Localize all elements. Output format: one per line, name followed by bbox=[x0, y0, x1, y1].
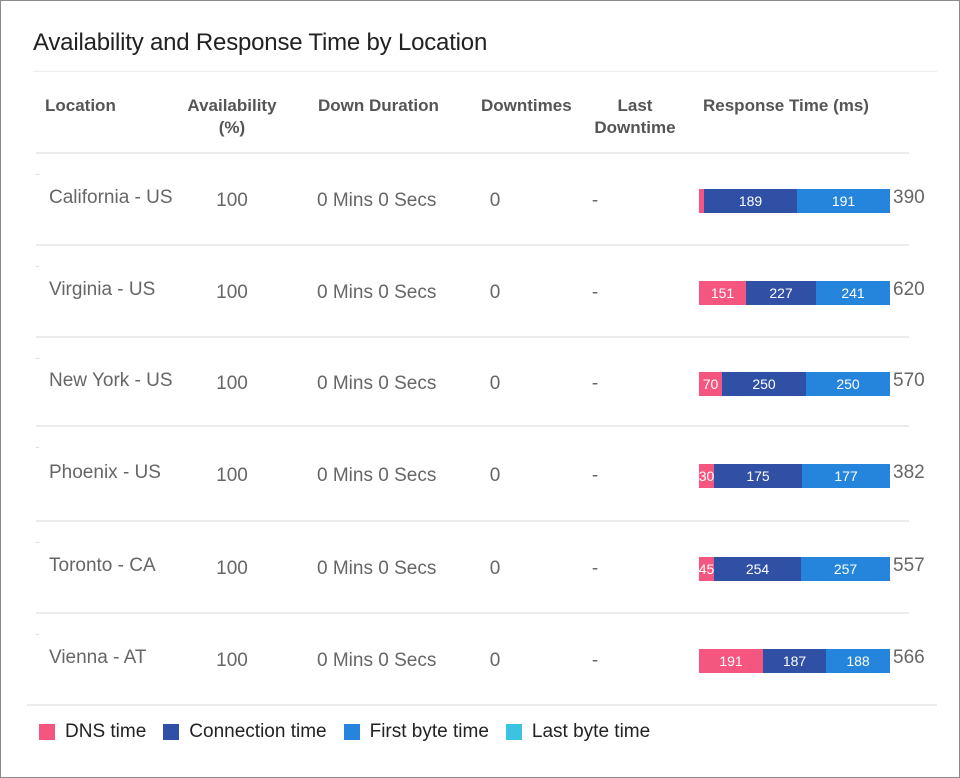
cell-location: Phoenix - US bbox=[49, 461, 161, 483]
cell-down-duration: 0 Mins 0 Secs bbox=[317, 558, 437, 579]
cell-availability: 100 bbox=[216, 650, 248, 671]
cell-downtimes: 0 bbox=[489, 558, 501, 579]
response-time-bar: 151 227 241 bbox=[699, 281, 890, 305]
cell-last-downtime: - bbox=[591, 282, 599, 303]
header-response-time: Response Time (ms) bbox=[703, 96, 869, 115]
legend-swatch bbox=[163, 724, 180, 740]
cell-down-duration: 0 Mins 0 Secs bbox=[317, 464, 437, 486]
cell-downtimes: 0 bbox=[489, 282, 501, 303]
cell-last-downtime: - bbox=[591, 558, 599, 579]
bar-segment-first-byte[interactable]: 177 bbox=[802, 463, 890, 488]
legend-swatch bbox=[505, 724, 522, 740]
cell-downtimes: 0 bbox=[489, 464, 501, 486]
cell-location: Vienna - AT bbox=[49, 647, 147, 668]
bar-segment-dns[interactable]: 30 bbox=[699, 463, 714, 488]
response-time-total: 390 bbox=[893, 187, 925, 208]
legend-label: DNS time bbox=[65, 721, 147, 742]
cell-location: Toronto - CA bbox=[49, 555, 156, 576]
legend-label: First byte time bbox=[369, 721, 489, 742]
header-last-downtime-line2: Downtime bbox=[594, 118, 676, 137]
bar-segment-dns[interactable]: 70 bbox=[699, 371, 722, 396]
cell-last-downtime: - bbox=[591, 372, 599, 394]
header-last-downtime: Last Downtime bbox=[585, 95, 685, 139]
cell-location: New York - US bbox=[49, 369, 173, 391]
bar-segment-first-byte[interactable]: 257 bbox=[801, 557, 890, 581]
legend-swatch bbox=[39, 724, 55, 740]
response-time-bar: 70 250 250 bbox=[699, 371, 890, 396]
bar-segment-connection[interactable]: 187 bbox=[763, 649, 826, 673]
panel-title: Availability and Response Time by Locati… bbox=[33, 29, 488, 56]
row-marker bbox=[36, 266, 39, 267]
response-time-total: 557 bbox=[893, 555, 925, 576]
row-marker bbox=[36, 447, 39, 448]
bar-segment-dns[interactable]: 191 bbox=[699, 649, 763, 673]
bar-segment-connection[interactable]: 250 bbox=[722, 371, 806, 396]
bar-segment-first-byte[interactable]: 241 bbox=[816, 281, 890, 305]
response-time-bar: 191 187 188 bbox=[699, 649, 890, 673]
cell-availability: 100 bbox=[216, 464, 248, 486]
bar-segment-first-byte[interactable]: 250 bbox=[806, 371, 890, 396]
cell-downtimes: 0 bbox=[489, 190, 501, 211]
chart-legend: DNS time Connection time First byte time La… bbox=[39, 721, 667, 743]
cell-down-duration: 0 Mins 0 Secs bbox=[317, 190, 437, 211]
cell-availability: 100 bbox=[216, 372, 248, 394]
title-divider bbox=[33, 71, 937, 72]
row-marker bbox=[36, 174, 39, 175]
cell-downtimes: 0 bbox=[489, 372, 501, 394]
table-row: Vienna - AT 100 0 Mins 0 Secs 0 - 191 187 188 56… bbox=[36, 614, 925, 706]
bar-segment-first-byte[interactable]: 188 bbox=[826, 649, 890, 673]
legend-item-first-byte[interactable]: First byte time bbox=[343, 721, 489, 743]
header-downtimes: Downtimes bbox=[481, 96, 572, 115]
legend-item-last-byte[interactable]: Last byte time bbox=[505, 721, 651, 743]
bar-segment-first-byte[interactable]: 191 bbox=[797, 189, 890, 213]
cell-downtimes: 0 bbox=[489, 650, 501, 671]
legend-item-dns[interactable]: DNS time bbox=[39, 721, 146, 743]
bar-segment-connection[interactable]: 227 bbox=[746, 281, 816, 305]
response-time-bar: 45 254 257 bbox=[699, 557, 890, 581]
cell-location: Virginia - US bbox=[49, 279, 156, 300]
header-location: Location bbox=[45, 96, 116, 115]
response-time-bar: 30 175 177 bbox=[699, 463, 890, 488]
table-row: Toronto - CA 100 0 Mins 0 Secs 0 - 45 254 257 55… bbox=[36, 522, 925, 614]
cell-last-downtime: - bbox=[591, 650, 599, 671]
cell-down-duration: 0 Mins 0 Secs bbox=[317, 282, 437, 303]
legend-label: Last byte time bbox=[531, 721, 651, 742]
response-time-total: 570 bbox=[893, 369, 925, 391]
cell-last-downtime: - bbox=[591, 190, 599, 211]
response-time-bar: 189 191 bbox=[699, 189, 890, 213]
cell-last-downtime: - bbox=[591, 464, 599, 486]
legend-swatch bbox=[343, 724, 360, 740]
header-availability-line2: (%) bbox=[218, 118, 246, 137]
table-row: Virginia - US 100 0 Mins 0 Secs 0 - 151 227 241… bbox=[36, 246, 925, 338]
response-time-total: 620 bbox=[893, 279, 925, 300]
bar-segment-connection[interactable]: 189 bbox=[704, 189, 797, 213]
response-time-total: 382 bbox=[893, 461, 925, 483]
cell-availability: 100 bbox=[216, 190, 248, 211]
header-availability-line1: Availability bbox=[187, 96, 277, 115]
legend-divider bbox=[27, 704, 937, 706]
table-row: New York - US 100 0 Mins 0 Secs 0-70 250 250 5… bbox=[36, 338, 925, 427]
bar-segment-dns[interactable]: 45 bbox=[699, 557, 714, 581]
bar-segment-connection[interactable]: 254 bbox=[714, 557, 801, 581]
report-panel: Availability and Response Time by Locati… bbox=[0, 0, 960, 778]
header-down-duration: Down Duration bbox=[318, 96, 439, 115]
legend-label: Connection time bbox=[189, 721, 327, 742]
header-availability: Availability (%) bbox=[177, 95, 287, 139]
table-row: California - US 100 0 Mins 0 Secs 0 - 189 191 3… bbox=[36, 154, 925, 246]
header-last-downtime-line1: Last bbox=[617, 96, 653, 115]
legend-item-connection[interactable]: Connection time bbox=[163, 721, 327, 743]
bar-segment-dns[interactable]: 151 bbox=[699, 281, 746, 305]
bar-segment-connection[interactable]: 175 bbox=[714, 463, 802, 488]
cell-down-duration: 0 Mins 0 Secs bbox=[317, 650, 437, 671]
response-time-total: 566 bbox=[893, 647, 925, 668]
cell-location: California - US bbox=[49, 187, 173, 208]
row-marker bbox=[36, 634, 39, 635]
cell-availability: 100 bbox=[216, 558, 248, 579]
row-marker bbox=[36, 542, 39, 543]
row-marker bbox=[36, 358, 39, 359]
cell-availability: 100 bbox=[216, 282, 248, 303]
cell-down-duration: 0 Mins 0 Secs bbox=[317, 372, 437, 394]
table-row: Phoenix - US 100 0 Mins 0 Secs 0 - 30 175 177 38… bbox=[36, 427, 925, 522]
